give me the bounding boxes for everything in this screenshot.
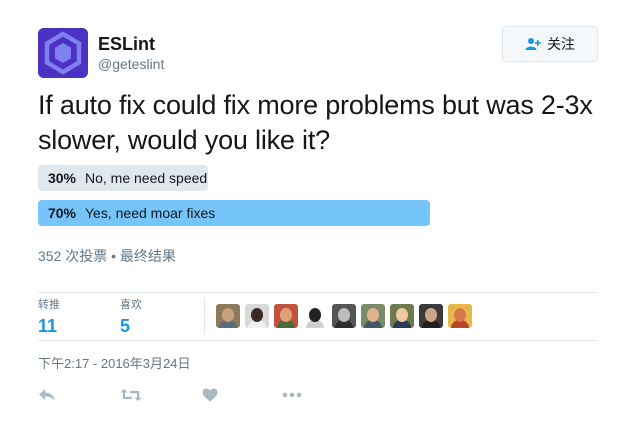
follow-button[interactable]: 关注	[502, 26, 598, 62]
eslint-logo-icon	[38, 28, 88, 78]
liker-avatar[interactable]	[332, 304, 356, 328]
follow-label: 关注	[547, 36, 575, 52]
retweet-button[interactable]	[120, 384, 162, 406]
liker-avatar[interactable]	[216, 304, 240, 328]
retweets-label: 转推	[38, 299, 60, 311]
poll-option-percent: 30%	[47, 170, 76, 186]
divider	[38, 340, 598, 341]
reply-icon	[39, 389, 55, 401]
poll-option-percent: 70%	[47, 205, 76, 221]
stats-separator	[204, 298, 205, 334]
heart-icon	[202, 388, 218, 402]
tweet-text: If auto fix could fix more problems but …	[38, 90, 593, 155]
divider	[38, 292, 598, 293]
likes-count: 5	[120, 316, 131, 336]
retweets-count: 11	[38, 316, 58, 336]
poll-meta: 352 次投票 • 最终结果	[38, 248, 176, 264]
liker-avatar[interactable]	[274, 304, 298, 328]
liker-avatar[interactable]	[361, 304, 385, 328]
poll-option-bar: 70% Yes, need moar fixes	[38, 200, 430, 226]
tweet-actions	[38, 384, 324, 406]
likes-stat[interactable]: 喜欢 5	[120, 298, 142, 337]
likes-label: 喜欢	[120, 299, 142, 311]
liker-avatars	[216, 304, 472, 328]
liker-avatar[interactable]	[303, 304, 327, 328]
liker-avatar[interactable]	[419, 304, 443, 328]
account-name[interactable]: ESLint	[98, 34, 155, 55]
account-handle[interactable]: @geteslint	[98, 56, 164, 72]
more-button[interactable]	[282, 384, 324, 406]
poll-option-bar: 30% No, me need speed	[38, 165, 208, 191]
tweet-timestamp[interactable]: 下午2:17 - 2016年3月24日	[38, 353, 190, 372]
retweets-stat[interactable]: 转推 11	[38, 298, 60, 337]
like-button[interactable]	[202, 384, 244, 406]
more-icon	[282, 392, 302, 398]
retweet-icon	[120, 389, 142, 401]
poll-option-label: No, me need speed	[85, 170, 208, 186]
liker-avatar[interactable]	[448, 304, 472, 328]
liker-avatar[interactable]	[245, 304, 269, 328]
reply-button[interactable]	[38, 384, 80, 406]
liker-avatar[interactable]	[390, 304, 414, 328]
add-user-icon	[525, 38, 541, 50]
eslint-avatar[interactable]	[38, 28, 88, 78]
poll-option-label: Yes, need moar fixes	[85, 205, 216, 221]
